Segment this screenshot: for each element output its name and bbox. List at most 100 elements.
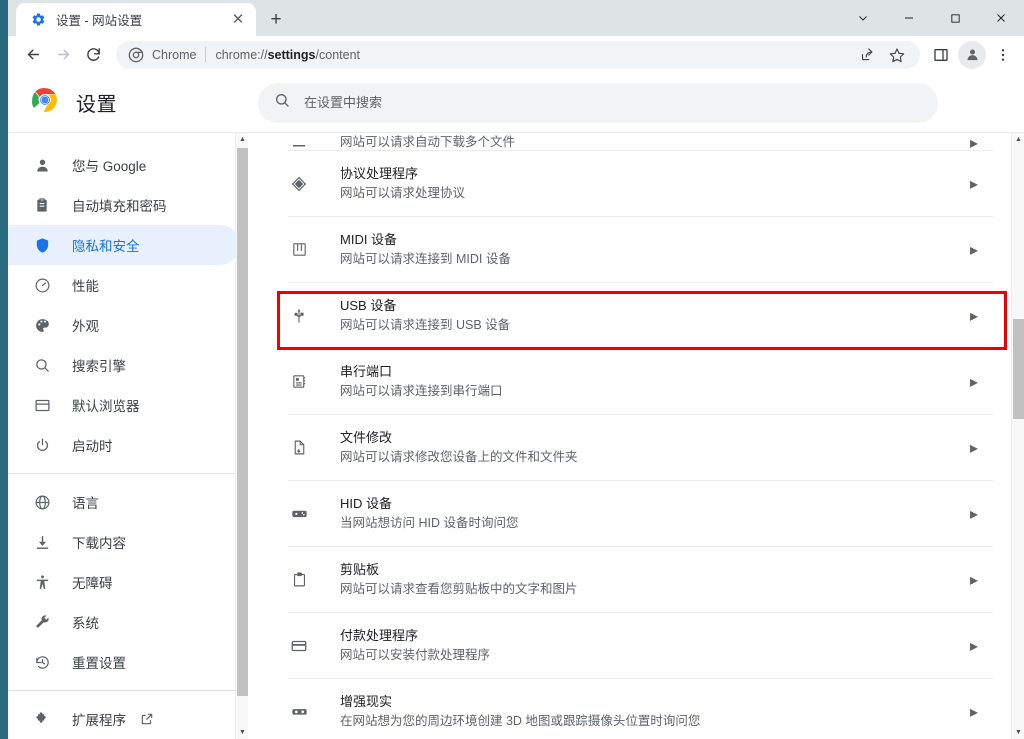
permission-row-file-editing[interactable]: 文件修改 网站可以请求修改您设备上的文件和文件夹 ▸: [288, 415, 993, 481]
permission-text: 剪贴板 网站可以请求查看您剪贴板中的文字和图片: [340, 560, 961, 600]
chevron-right-icon[interactable]: ▸: [961, 372, 987, 392]
chevron-right-icon[interactable]: ▸: [961, 438, 987, 458]
omnibox-url[interactable]: chrome://settings/content: [215, 48, 852, 62]
permission-row-augmented-reality[interactable]: 增强现实 在网站想为您的周边环境创建 3D 地图或跟踪摄像头位置时询问您 ▸: [288, 679, 993, 739]
permission-title: HID 设备: [340, 495, 393, 511]
sidebar-item-system[interactable]: 系统: [8, 602, 240, 642]
permission-text: MIDI 设备 网站可以请求连接到 MIDI 设备: [340, 230, 961, 270]
sidebar-divider: [8, 473, 240, 474]
scroll-down-icon[interactable]: ▼: [236, 726, 248, 739]
scroll-down-icon[interactable]: ▼: [1012, 726, 1024, 739]
sidebar-item-default-browser[interactable]: 默认浏览器: [8, 385, 240, 425]
settings-body: 您与 Google 自动填充和密码 隐私和安全 性能 外观 搜索引擎 默认浏览器…: [8, 132, 1024, 739]
permission-title: 文件修改: [340, 429, 393, 445]
content-scrollbar-thumb[interactable]: [1013, 319, 1024, 419]
sidebar-item-label: 默认浏览器: [72, 399, 140, 414]
file-edit-icon: [288, 439, 310, 456]
sidebar-item-appearance[interactable]: 外观: [8, 305, 240, 345]
share-icon[interactable]: [852, 40, 882, 70]
address-bar[interactable]: Chrome chrome://settings/content: [116, 40, 920, 70]
browser-tab-settings[interactable]: 设置 - 网站设置 ✕: [16, 3, 256, 36]
content-scroll-area: 网站可以请求自动下载多个文件 ▸ 协议处理程序 网站可以请求处理协议 ▸ MID…: [248, 133, 1011, 739]
chevron-right-icon[interactable]: ▸: [961, 504, 987, 524]
content-scrollbar[interactable]: ▲ ▼: [1011, 133, 1024, 739]
back-icon[interactable]: [18, 40, 48, 70]
sidebar-item-on-startup[interactable]: 启动时: [8, 425, 240, 465]
permission-subtitle: 网站可以请求修改您设备上的文件和文件夹: [340, 449, 578, 464]
permission-title: 剪贴板: [340, 561, 380, 577]
sidebar-item-extensions[interactable]: 扩展程序: [8, 699, 240, 739]
globe-icon: [32, 492, 52, 512]
minimize-icon[interactable]: [886, 2, 932, 34]
permission-row-midi-devices[interactable]: MIDI 设备 网站可以请求连接到 MIDI 设备 ▸: [288, 217, 993, 283]
sidebar-item-privacy-security[interactable]: 隐私和安全: [8, 225, 240, 265]
chevron-right-icon[interactable]: ▸: [961, 240, 987, 260]
close-icon[interactable]: ✕: [228, 10, 248, 30]
sidebar-item-reset-settings[interactable]: 重置设置: [8, 642, 240, 682]
sidebar-item-downloads[interactable]: 下载内容: [8, 522, 240, 562]
sidebar-item-languages[interactable]: 语言: [8, 482, 240, 522]
profile-avatar[interactable]: [958, 40, 986, 69]
sidebar-scrollbar-thumb[interactable]: [237, 148, 248, 696]
window-controls: [840, 0, 1024, 36]
sidebar-item-label: 性能: [72, 279, 99, 294]
chevron-right-icon[interactable]: ▸: [961, 174, 987, 194]
sidebar-item-label: 您与 Google: [72, 159, 147, 174]
permission-row-payment-handlers[interactable]: 付款处理程序 网站可以安装付款处理程序 ▸: [288, 613, 993, 679]
permission-title: 串行端口: [340, 363, 393, 379]
chevron-right-icon[interactable]: ▸: [961, 636, 987, 656]
settings-header: 设置: [8, 74, 1024, 132]
scroll-up-icon[interactable]: ▲: [236, 133, 248, 146]
permission-text: 网站可以请求自动下载多个文件: [340, 133, 961, 150]
bookmark-star-icon[interactable]: [882, 40, 912, 70]
permission-title: 协议处理程序: [340, 165, 419, 181]
sidebar-item-label: 无障碍: [72, 576, 113, 591]
permission-row-usb-devices[interactable]: USB 设备 网站可以请求连接到 USB 设备 ▸: [288, 283, 993, 349]
permission-text: 增强现实 在网站想为您的周边环境创建 3D 地图或跟踪摄像头位置时询问您: [340, 692, 961, 732]
history-restore-icon: [32, 652, 52, 672]
search-input[interactable]: [304, 95, 922, 110]
settings-sidebar: 您与 Google 自动填充和密码 隐私和安全 性能 外观 搜索引擎 默认浏览器…: [8, 133, 248, 739]
permission-row-clipboard[interactable]: 剪贴板 网站可以请求查看您剪贴板中的文字和图片 ▸: [288, 547, 993, 613]
scroll-up-icon[interactable]: ▲: [1012, 133, 1024, 146]
settings-search-box[interactable]: [258, 82, 938, 123]
protocol-diamond-icon: [288, 175, 310, 193]
sidebar-item-accessibility[interactable]: 无障碍: [8, 562, 240, 602]
tab-search-icon[interactable]: [840, 2, 886, 34]
chevron-right-icon[interactable]: ▸: [961, 306, 987, 326]
speedometer-icon: [32, 275, 52, 295]
permission-row-serial-ports[interactable]: 串行端口 网站可以请求连接到串行端口 ▸: [288, 349, 993, 415]
permission-row-auto-downloads[interactable]: 网站可以请求自动下载多个文件 ▸: [288, 133, 993, 151]
external-link-icon: [140, 712, 154, 726]
chevron-right-icon[interactable]: ▸: [961, 133, 987, 150]
side-panel-icon[interactable]: [926, 40, 956, 70]
settings-brand: 设置: [8, 87, 258, 118]
sidebar-item-label: 隐私和安全: [72, 239, 140, 254]
sidebar-item-label: 重置设置: [72, 656, 126, 671]
sidebar-item-you-and-google[interactable]: 您与 Google: [8, 145, 240, 185]
reload-icon[interactable]: [78, 40, 108, 70]
permission-subtitle: 网站可以请求查看您剪贴板中的文字和图片: [340, 581, 578, 596]
piano-keys-icon: [288, 241, 310, 258]
more-menu-icon[interactable]: [988, 40, 1018, 70]
sidebar-item-search-engine[interactable]: 搜索引擎: [8, 345, 240, 385]
chrome-logo-color-icon: [32, 87, 58, 118]
wrench-icon: [32, 612, 52, 632]
search-icon: [32, 355, 52, 375]
permission-row-hid-devices[interactable]: HID 设备 当网站想访问 HID 设备时询问您 ▸: [288, 481, 993, 547]
sidebar-item-autofill[interactable]: 自动填充和密码: [8, 185, 240, 225]
new-tab-button[interactable]: +: [262, 5, 290, 33]
sidebar-item-performance[interactable]: 性能: [8, 265, 240, 305]
forward-icon[interactable]: [48, 40, 78, 70]
maximize-icon[interactable]: [932, 2, 978, 34]
close-window-icon[interactable]: [978, 2, 1024, 34]
sidebar-scrollbar[interactable]: ▲ ▼: [235, 133, 248, 739]
permission-subtitle: 网站可以请求连接到 MIDI 设备: [340, 251, 511, 266]
chevron-right-icon[interactable]: ▸: [961, 702, 987, 722]
credit-card-icon: [288, 637, 310, 655]
omnibox-scheme-label: Chrome: [152, 47, 197, 62]
permission-row-protocol-handlers[interactable]: 协议处理程序 网站可以请求处理协议 ▸: [288, 151, 993, 217]
permission-subtitle: 网站可以请求处理协议: [340, 185, 466, 200]
chevron-right-icon[interactable]: ▸: [961, 570, 987, 590]
sidebar-scroll-area: 您与 Google 自动填充和密码 隐私和安全 性能 外观 搜索引擎 默认浏览器…: [8, 133, 248, 739]
